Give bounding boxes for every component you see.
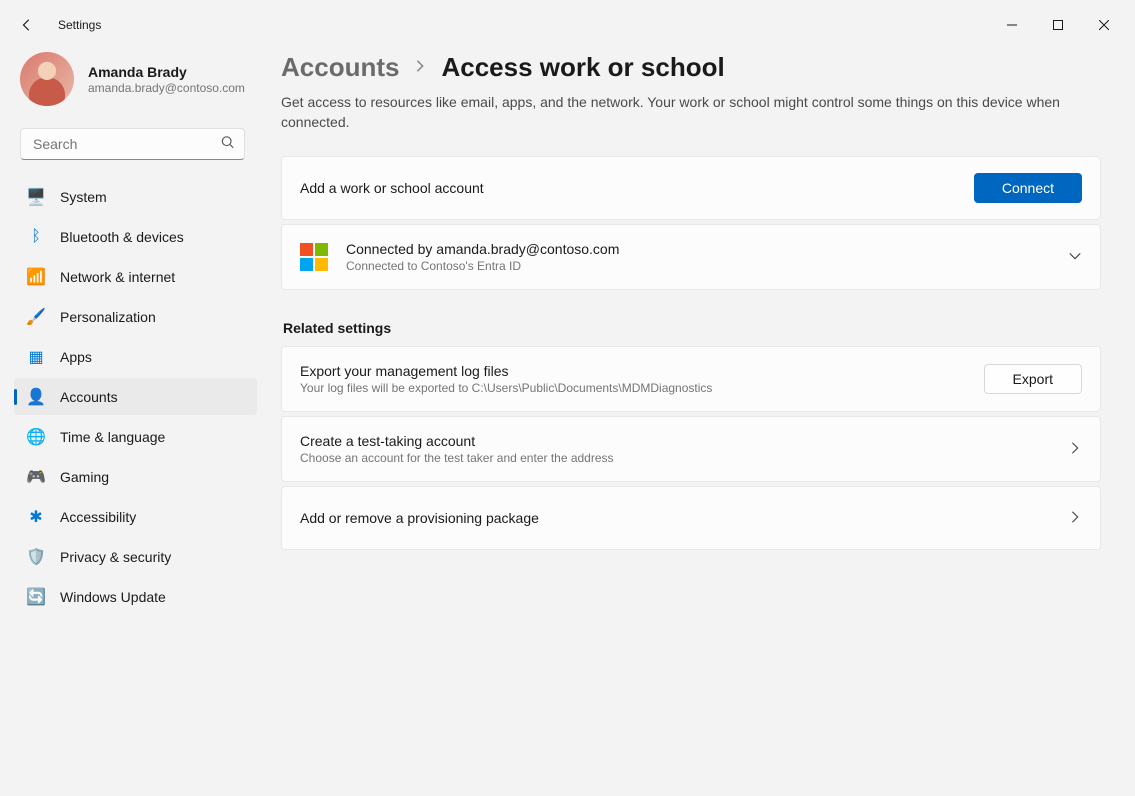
minimize-button[interactable] xyxy=(989,9,1035,41)
connected-subtitle: Connected to Contoso's Entra ID xyxy=(346,259,1068,273)
export-button[interactable]: Export xyxy=(984,364,1082,394)
profile-name: Amanda Brady xyxy=(88,64,245,80)
sidebar-item-system[interactable]: 🖥️ System xyxy=(14,178,257,215)
close-button[interactable] xyxy=(1081,9,1127,41)
sidebar-item-apps[interactable]: ▦ Apps xyxy=(14,338,257,375)
nav-list: 🖥️ System ᛒ Bluetooth & devices 📶 Network & i… xyxy=(4,172,257,618)
test-account-title: Create a test-taking account xyxy=(300,433,1068,449)
sidebar-item-privacy-security[interactable]: 🛡️ Privacy & security xyxy=(14,538,257,575)
sidebar-item-label: Network & internet xyxy=(60,269,175,285)
profile-block[interactable]: Amanda Brady amanda.brady@contoso.com xyxy=(4,46,257,120)
sidebar-item-windows-update[interactable]: 🔄 Windows Update xyxy=(14,578,257,615)
sidebar-item-label: Gaming xyxy=(60,469,109,485)
export-logs-card: Export your management log files Your lo… xyxy=(281,346,1101,412)
update-icon: 🔄 xyxy=(26,587,46,607)
sidebar-item-accessibility[interactable]: ✱ Accessibility xyxy=(14,498,257,535)
add-account-card: Add a work or school account Connect xyxy=(281,156,1101,220)
window-title: Settings xyxy=(58,18,101,32)
breadcrumb: Accounts Access work or school xyxy=(281,52,1101,83)
main-content: Accounts Access work or school Get acces… xyxy=(267,46,1131,788)
gaming-icon: 🎮 xyxy=(26,467,46,487)
sidebar-item-label: Windows Update xyxy=(60,589,166,605)
connected-title: Connected by amanda.brady@contoso.com xyxy=(346,241,1068,257)
breadcrumb-parent[interactable]: Accounts xyxy=(281,52,399,83)
apps-icon: ▦ xyxy=(26,347,46,367)
sidebar-item-label: System xyxy=(60,189,107,205)
sidebar-item-bluetooth-devices[interactable]: ᛒ Bluetooth & devices xyxy=(14,218,257,255)
sidebar-item-label: Bluetooth & devices xyxy=(60,229,184,245)
display-icon: 🖥️ xyxy=(26,187,46,207)
sidebar: Amanda Brady amanda.brady@contoso.com 🖥️… xyxy=(4,46,267,788)
brush-icon: 🖌️ xyxy=(26,307,46,327)
accessibility-icon: ✱ xyxy=(26,507,46,527)
chevron-right-icon xyxy=(1068,441,1082,458)
sidebar-item-label: Personalization xyxy=(60,309,156,325)
profile-email: amanda.brady@contoso.com xyxy=(88,81,245,95)
test-account-subtitle: Choose an account for the test taker and… xyxy=(300,451,1068,465)
export-logs-title: Export your management log files xyxy=(300,363,984,379)
bluetooth-icon: ᛒ xyxy=(26,227,46,247)
page-title: Access work or school xyxy=(441,52,724,83)
export-logs-subtitle: Your log files will be exported to C:\Us… xyxy=(300,381,984,395)
sidebar-item-accounts[interactable]: 👤 Accounts xyxy=(14,378,257,415)
globe-icon: 🌐 xyxy=(26,427,46,447)
wifi-icon: 📶 xyxy=(26,267,46,287)
sidebar-item-label: Privacy & security xyxy=(60,549,171,565)
chevron-right-icon xyxy=(1068,510,1082,527)
sidebar-item-label: Apps xyxy=(60,349,92,365)
search-box xyxy=(20,128,245,160)
connect-button[interactable]: Connect xyxy=(974,173,1082,203)
maximize-button[interactable] xyxy=(1035,9,1081,41)
microsoft-logo-icon xyxy=(300,243,328,271)
sidebar-item-time-language[interactable]: 🌐 Time & language xyxy=(14,418,257,455)
sidebar-item-personalization[interactable]: 🖌️ Personalization xyxy=(14,298,257,335)
connected-account-card[interactable]: Connected by amanda.brady@contoso.com Co… xyxy=(281,224,1101,290)
sidebar-item-network-internet[interactable]: 📶 Network & internet xyxy=(14,258,257,295)
sidebar-item-label: Accounts xyxy=(60,389,118,405)
account-icon: 👤 xyxy=(26,387,46,407)
test-account-card[interactable]: Create a test-taking account Choose an a… xyxy=(281,416,1101,482)
page-description: Get access to resources like email, apps… xyxy=(281,93,1081,132)
search-input[interactable] xyxy=(20,128,245,160)
search-icon xyxy=(221,136,235,153)
titlebar: Settings xyxy=(4,4,1131,46)
provisioning-card[interactable]: Add or remove a provisioning package xyxy=(281,486,1101,550)
shield-icon: 🛡️ xyxy=(26,547,46,567)
avatar xyxy=(20,52,74,106)
sidebar-item-gaming[interactable]: 🎮 Gaming xyxy=(14,458,257,495)
sidebar-item-label: Time & language xyxy=(60,429,165,445)
chevron-right-icon xyxy=(413,59,427,76)
chevron-down-icon xyxy=(1068,249,1082,266)
add-account-label: Add a work or school account xyxy=(300,180,974,196)
back-button[interactable] xyxy=(8,6,46,44)
related-settings-heading: Related settings xyxy=(283,320,1101,336)
sidebar-item-label: Accessibility xyxy=(60,509,136,525)
provisioning-title: Add or remove a provisioning package xyxy=(300,510,1068,526)
